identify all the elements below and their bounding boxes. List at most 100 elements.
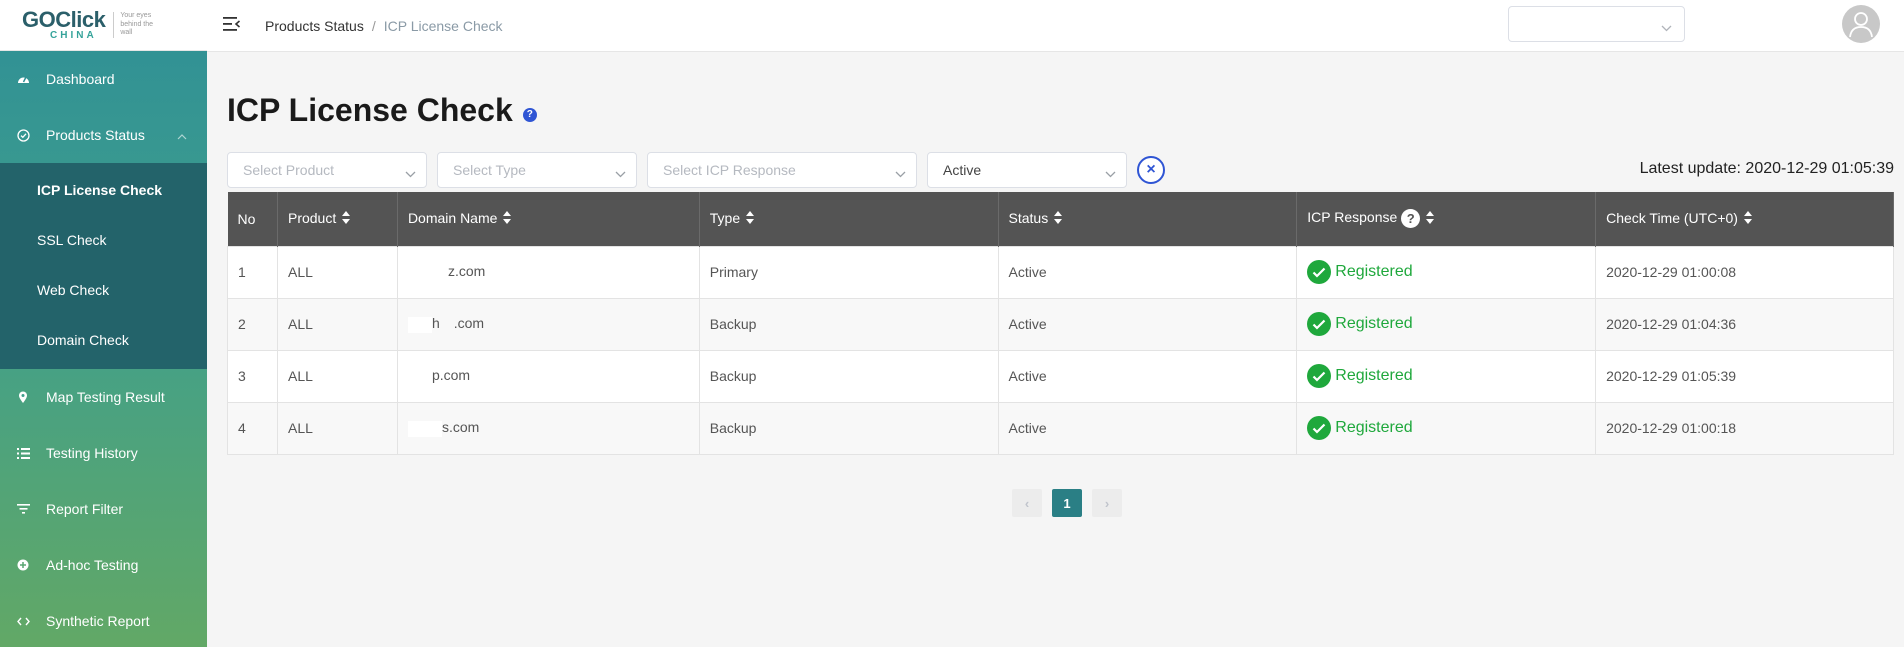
main-content: ICP License Check ? Select Product Selec…	[207, 52, 1904, 647]
chevron-down-icon	[1661, 19, 1672, 37]
avatar[interactable]	[1842, 5, 1880, 43]
sort-icon[interactable]	[503, 211, 512, 227]
registered-badge: Registered	[1307, 416, 1413, 440]
prev-page-button[interactable]: ‹	[1012, 489, 1042, 517]
col-type[interactable]: Type	[699, 192, 999, 246]
registered-badge: Registered	[1307, 312, 1413, 336]
logo-go: GO	[22, 7, 56, 32]
masked-text	[407, 420, 442, 437]
sidebar-item-label: Products Status	[46, 127, 145, 143]
sort-icon[interactable]	[1426, 210, 1435, 227]
page-title-text: ICP License Check	[227, 92, 513, 128]
breadcrumb-parent[interactable]: Products Status	[265, 18, 364, 34]
status-select[interactable]: Active	[927, 152, 1127, 188]
sidebar-subitem-web-check[interactable]: Web Check	[0, 265, 207, 315]
chevron-down-icon	[895, 165, 906, 181]
sort-icon[interactable]	[342, 211, 351, 227]
cell-product: ALL	[276, 349, 398, 403]
sidebar-item-products-status[interactable]: Products Status	[0, 107, 207, 163]
cell-product: ALL	[276, 245, 398, 299]
type-select-placeholder: Select Type	[453, 162, 526, 178]
col-no-label: No	[237, 210, 256, 227]
cell-domain: h .com	[396, 297, 700, 351]
type-select[interactable]: Select Type	[437, 152, 637, 188]
sidebar-item-ad-hoc-testing[interactable]: Ad-hoc Testing	[0, 537, 207, 593]
registered-badge: Registered	[1307, 260, 1413, 284]
domain-text: .com	[453, 315, 485, 332]
sidebar-item-testing-history[interactable]: Testing History	[0, 425, 207, 481]
clear-filters-button[interactable]: ×	[1137, 156, 1165, 184]
chevron-up-icon	[177, 127, 187, 143]
top-bar: Products Status / ICP License Check	[207, 0, 1904, 52]
product-select[interactable]: Select Product	[227, 152, 427, 188]
sidebar-subitem-label: ICP License Check	[37, 182, 163, 198]
status-select-value: Active	[943, 162, 982, 178]
cell-no: 4	[227, 401, 278, 455]
cell-icp-response: Registered	[1296, 297, 1597, 351]
list-icon	[16, 446, 30, 460]
filter-icon	[16, 502, 30, 516]
col-domain-label: Domain Name	[407, 210, 498, 227]
cell-status: Active	[997, 349, 1298, 403]
col-status[interactable]: Status	[998, 192, 1298, 246]
sidebar-subitem-icp-license-check[interactable]: ICP License Check	[0, 165, 207, 215]
page-1-button[interactable]: 1	[1052, 489, 1082, 517]
breadcrumb-separator: /	[371, 18, 376, 34]
cell-status: Active	[997, 245, 1298, 299]
masked-text	[407, 316, 432, 333]
sidebar-item-label: Ad-hoc Testing	[46, 557, 139, 573]
registered-badge: Registered	[1307, 364, 1413, 388]
check-circle-icon	[1307, 312, 1332, 336]
chevron-down-icon	[1105, 165, 1116, 181]
sidebar-item-label: Synthetic Report	[46, 613, 150, 629]
logo-brand: GOClick CHINA	[22, 7, 106, 41]
sidebar-item-synthetic-report[interactable]: Synthetic Report	[0, 593, 207, 647]
sidebar-subitem-label: Domain Check	[37, 332, 129, 348]
col-no: No	[227, 192, 278, 246]
next-page-button[interactable]: ›	[1092, 489, 1122, 517]
help-icon[interactable]: ?	[522, 107, 537, 122]
sort-icon[interactable]	[746, 211, 755, 227]
sort-icon[interactable]	[1743, 211, 1752, 227]
dashboard-icon	[16, 72, 30, 86]
cell-domain: p.com	[396, 349, 700, 403]
sidebar-subitem-domain-check[interactable]: Domain Check	[0, 315, 207, 365]
cell-product: ALL	[276, 297, 398, 351]
sidebar-item-label: Testing History	[46, 445, 138, 461]
sidebar-item-dashboard[interactable]: Dashboard	[0, 51, 207, 107]
logo-china: CHINA	[50, 30, 97, 41]
cell-check-time: 2020-12-29 01:00:18	[1595, 401, 1894, 455]
cell-no: 2	[227, 297, 278, 351]
menu-toggle-icon[interactable]	[223, 16, 241, 34]
masked-text	[407, 368, 432, 385]
sidebar-subitem-ssl-check[interactable]: SSL Check	[0, 215, 207, 265]
table-row: 3 ALL p.com Backup Active Registered 202…	[227, 349, 1894, 403]
cell-type: Primary	[698, 245, 999, 299]
top-select[interactable]	[1508, 6, 1685, 42]
cell-status: Active	[997, 297, 1298, 351]
masked-text	[407, 264, 448, 281]
sort-icon[interactable]	[1054, 211, 1063, 227]
logo-tagline: Your eyes behind the wall	[113, 12, 159, 38]
code-icon	[16, 614, 30, 628]
icp-help-icon[interactable]: ?	[1401, 209, 1421, 229]
sidebar-item-map-testing-result[interactable]: Map Testing Result	[0, 369, 207, 425]
check-circle-icon	[1307, 364, 1332, 388]
chevron-down-icon	[405, 165, 416, 181]
sidebar-subitem-label: Web Check	[37, 282, 110, 298]
col-icp-response[interactable]: ICP Response?	[1296, 192, 1597, 246]
logo[interactable]: GOClick CHINA Your eyes behind the wall	[0, 0, 207, 51]
check-circle-icon	[1307, 260, 1332, 284]
cell-check-time: 2020-12-29 01:00:08	[1595, 245, 1894, 299]
cell-icp-response: Registered	[1296, 349, 1597, 403]
col-product[interactable]: Product	[277, 192, 398, 246]
col-domain[interactable]: Domain Name	[397, 192, 700, 246]
icp-response-select[interactable]: Select ICP Response	[647, 152, 917, 188]
sidebar-item-report-filter[interactable]: Report Filter	[0, 481, 207, 537]
breadcrumb-current: ICP License Check	[383, 18, 503, 34]
col-check-time[interactable]: Check Time (UTC+0)	[1595, 192, 1894, 246]
plus-circle-icon	[16, 558, 30, 572]
domain-text: s.com	[441, 419, 480, 436]
cell-type: Backup	[698, 297, 999, 351]
cell-no: 3	[227, 349, 278, 403]
